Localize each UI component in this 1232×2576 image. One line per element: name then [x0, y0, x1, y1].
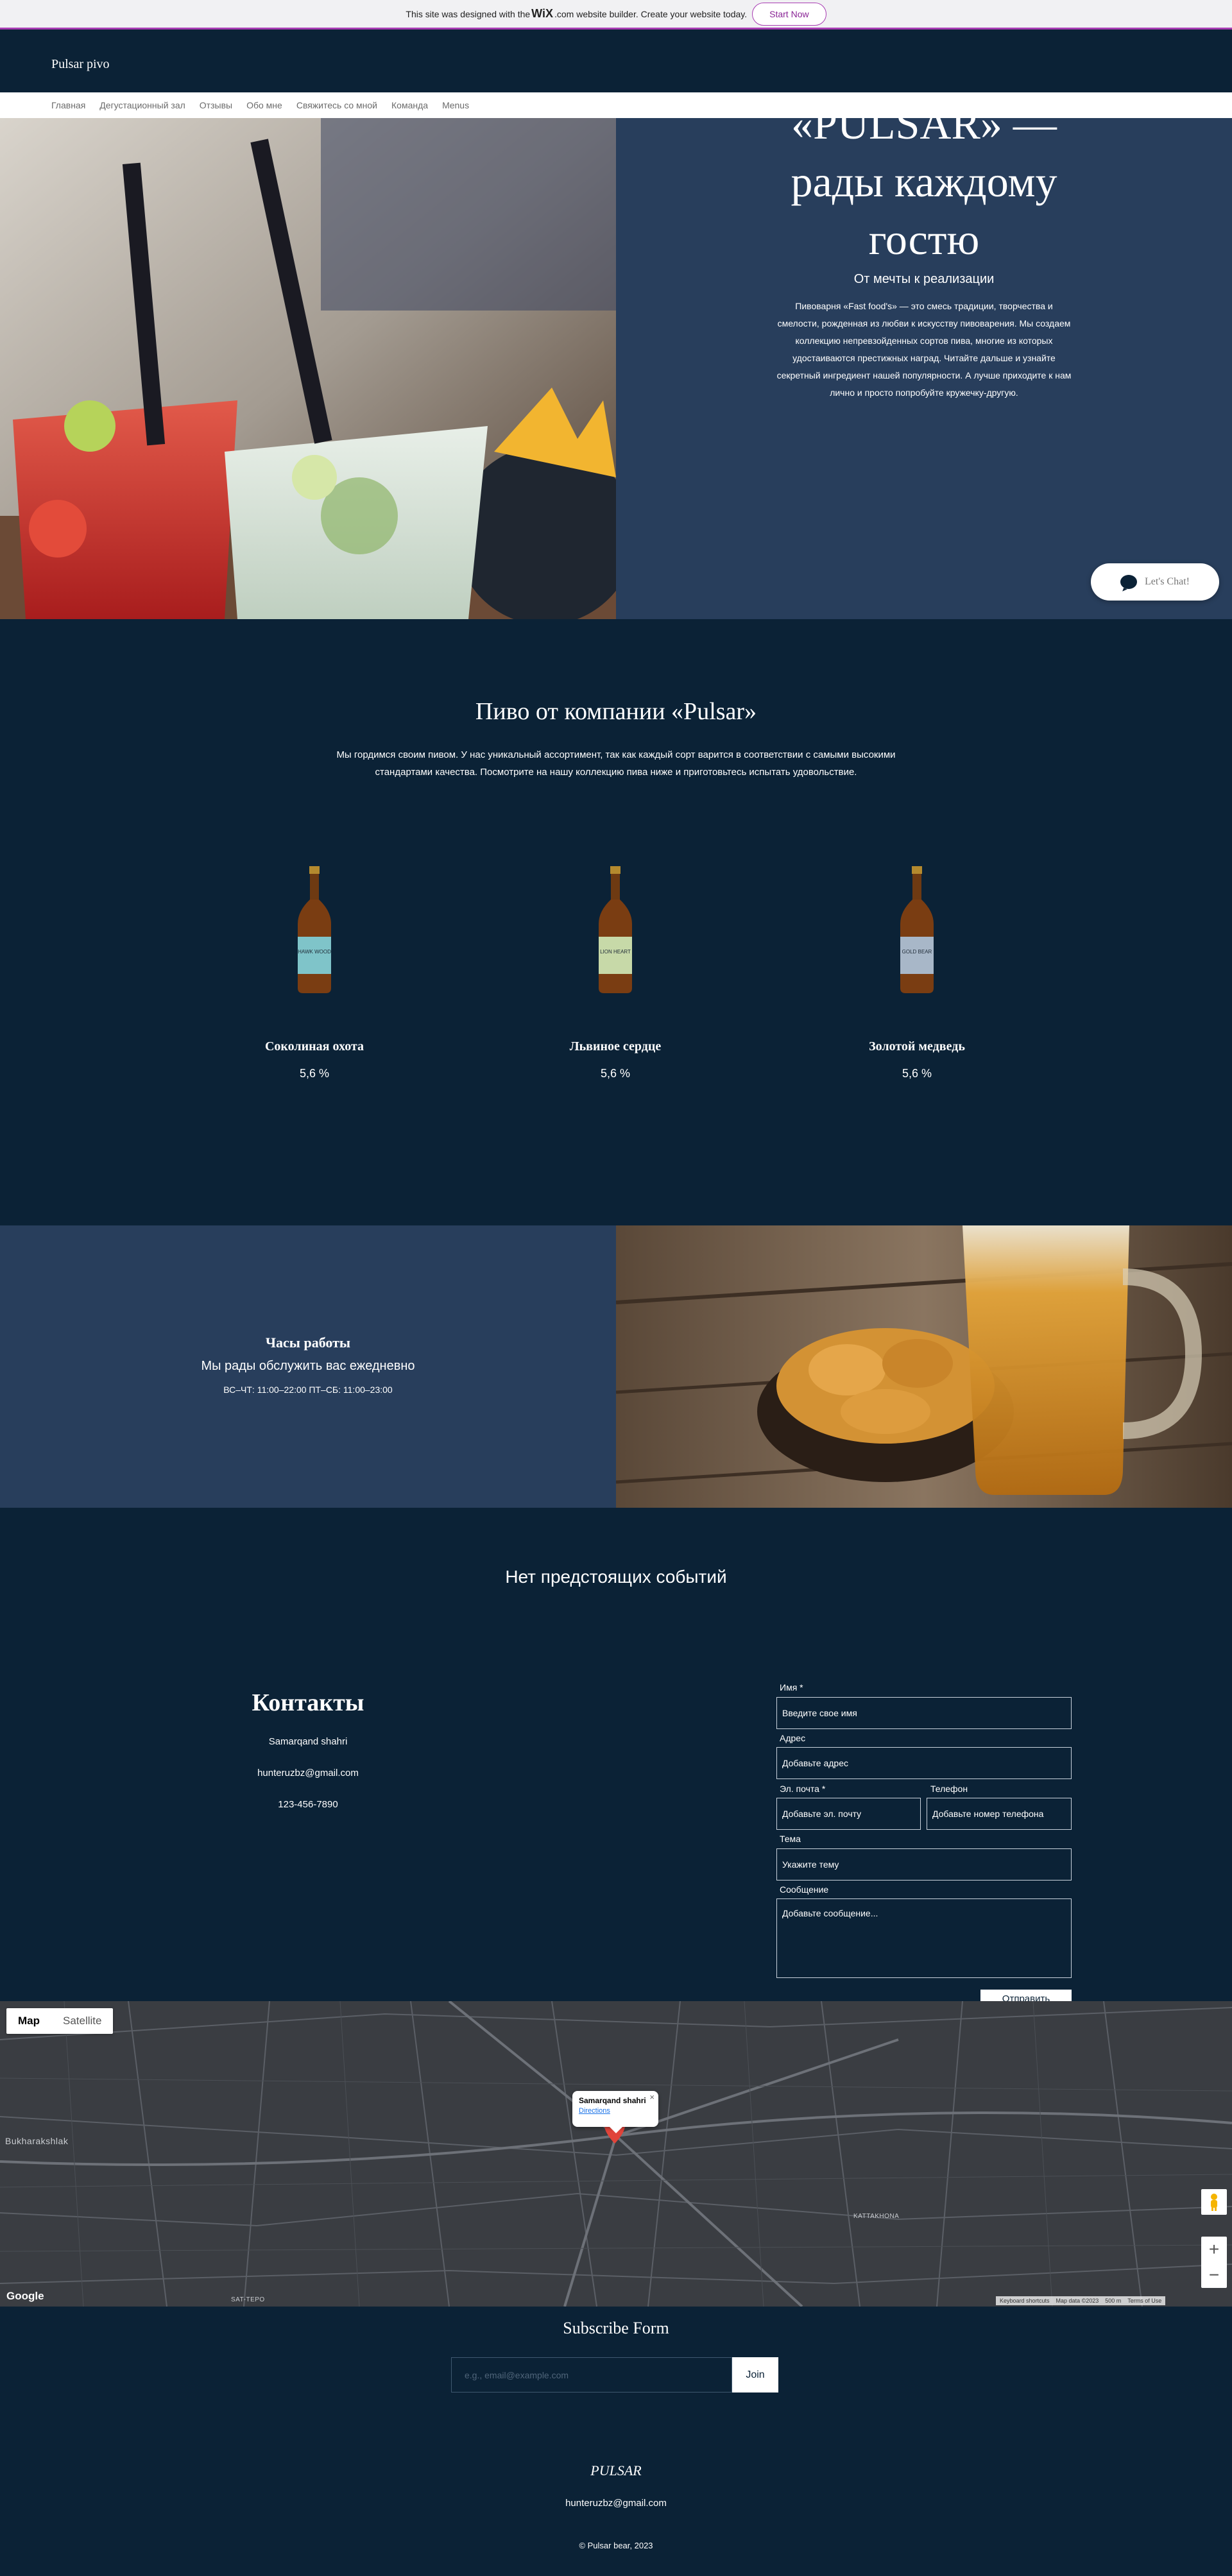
map-label: SAT-TEPO [231, 2296, 265, 2303]
hero-cocktails-image [0, 118, 616, 619]
beer-chips-image [616, 1225, 1232, 1508]
footer-brand: PULSAR [590, 2462, 642, 2478]
footer-email[interactable]: hunteruzbz@gmail.com [0, 2498, 1232, 2509]
subscribe-email-input[interactable]: e.g., email@example.com [451, 2357, 732, 2393]
events-empty-title: Нет предстоящих событий [505, 1567, 727, 1587]
phone-field[interactable]: Добавьте номер телефона [927, 1798, 1072, 1830]
hero-title-line: «PULSAR» — [791, 99, 1057, 148]
hours-section: Часы работы Мы рады обслужить вас ежедне… [0, 1225, 1232, 1508]
contact-email[interactable]: hunteruzbz@gmail.com [180, 1768, 436, 1778]
bottle-label [599, 937, 632, 974]
hero-body: Пивоварня «Fast food's» — это смесь трад… [776, 301, 1072, 398]
map-tab[interactable]: Map [6, 2008, 51, 2034]
bottle-label [900, 937, 934, 974]
map-roads [0, 2001, 1232, 2307]
wix-logo[interactable]: WiX [531, 7, 553, 21]
zoom-control: + − [1201, 2237, 1227, 2288]
close-icon[interactable]: × [649, 2092, 654, 2102]
map-attribution: Keyboard shortcuts Map data ©2023 500 m … [996, 2296, 1166, 2305]
chat-button[interactable]: Let's Chat! [1091, 563, 1219, 601]
nav-item-about[interactable]: Обо мне [246, 100, 282, 110]
hours-title: Часы работы [265, 1335, 351, 1351]
beer-bottle-image: GOLD BEAR [821, 866, 1013, 994]
beer-abv: 5,6 % [902, 1067, 932, 1080]
join-button[interactable]: Join [732, 2357, 778, 2393]
beer-bottle-image: HAWK WOOD [218, 866, 411, 994]
map-label: Bukharakshlak [5, 2136, 69, 2146]
nav-item-tasting-room[interactable]: Дегустационный зал [99, 100, 185, 110]
subscribe-title: Subscribe Form [563, 2319, 669, 2337]
bottle-label-text: LION HEART [600, 949, 631, 955]
pegman-icon[interactable] [1201, 2189, 1227, 2215]
start-now-button[interactable]: Start Now [752, 2, 826, 26]
bottle-label [298, 937, 331, 974]
beer-abv: 5,6 % [600, 1067, 631, 1080]
beer-card[interactable]: GOLD BEAR Золотой медведь 5,6 % [821, 866, 1013, 1080]
map-popup-name: Samarqand shahri [579, 2096, 646, 2105]
zoom-out-button[interactable]: − [1201, 2262, 1227, 2288]
beers-title: Пиво от компании «Pulsar» [475, 698, 757, 725]
hero-subtitle: От мечты к реализации [853, 272, 995, 286]
hours-times: ВС–ЧТ: 11:00–22:00 ПТ–СБ: 11:00–23:00 [223, 1385, 393, 1395]
zoom-in-button[interactable]: + [1201, 2237, 1227, 2262]
banner-text-after: .com website builder. Create your websit… [554, 8, 748, 19]
message-label: Сообщение [780, 1884, 829, 1895]
subject-label: Тема [780, 1834, 801, 1844]
site-title[interactable]: Pulsar pivo [51, 57, 110, 72]
map-data-text: Map data ©2023 [1056, 2298, 1099, 2304]
map-scale: 500 m [1105, 2298, 1122, 2304]
beer-abv: 5,6 % [299, 1067, 330, 1080]
banner-text-before: This site was designed with the [406, 8, 531, 19]
satellite-tab[interactable]: Satellite [51, 2008, 113, 2034]
name-label: Имя * [780, 1682, 803, 1693]
contact-address: Samarqand shahri [268, 1736, 348, 1747]
nav-item-reviews[interactable]: Отзывы [200, 100, 232, 110]
email-field[interactable]: Добавьте эл. почту [776, 1798, 921, 1830]
beer-card[interactable]: LION HEART Львиное сердце 5,6 % [519, 866, 712, 1080]
nav-item-contact[interactable]: Свяжитесь со мной [296, 100, 377, 110]
site-header: Pulsar pivo [0, 31, 1232, 92]
nav-item-home[interactable]: Главная [51, 100, 85, 110]
chat-label: Let's Chat! [1145, 576, 1190, 587]
email-label: Эл. почта * [780, 1784, 826, 1794]
beers-description: Мы гордимся своим пивом. У нас уникальны… [336, 749, 896, 778]
name-field[interactable]: Введите свое имя [776, 1697, 1072, 1729]
wix-banner: This site was designed with the WiX .com… [0, 0, 1232, 30]
bottle-label-text: HAWK WOOD [298, 949, 331, 955]
map-type-toggle: Map Satellite [6, 2008, 114, 2034]
chat-icon [1120, 575, 1137, 589]
message-field[interactable]: Добавьте сообщение... [776, 1898, 1072, 1978]
subject-field[interactable]: Укажите тему [776, 1848, 1072, 1881]
map-directions-link[interactable]: Directions [579, 2107, 652, 2115]
beer-name: Золотой медведь [869, 1039, 965, 1053]
google-logo: Google [6, 2290, 44, 2302]
address-label: Адрес [780, 1733, 806, 1743]
hero-title: «PULSAR» — рады каждому гостю [751, 95, 1097, 268]
phone-label: Телефон [930, 1784, 968, 1794]
contacts-title: Контакты [252, 1689, 364, 1716]
beer-card[interactable]: HAWK WOOD Соколиная охота 5,6 % [218, 866, 411, 1080]
beer-name: Соколиная охота [264, 1039, 364, 1053]
beer-bottle-image: LION HEART [519, 866, 712, 994]
map-widget[interactable]: Map Satellite Samarqand shahri Direction… [0, 2001, 1232, 2307]
map-info-popup: Samarqand shahri Directions × [572, 2091, 658, 2133]
hours-panel: Часы работы Мы рады обслужить вас ежедне… [0, 1225, 616, 1508]
terms-link[interactable]: Terms of Use [1127, 2298, 1161, 2304]
footer-copyright: © Pulsar bear, 2023 [579, 2541, 653, 2550]
address-field[interactable]: Добавьте адрес [776, 1747, 1072, 1779]
map-label: KATTAKHONA [853, 2213, 900, 2220]
nav-item-team[interactable]: Команда [391, 100, 428, 110]
beer-name: Львиное сердце [569, 1039, 662, 1053]
keyboard-shortcuts-link[interactable]: Keyboard shortcuts [1000, 2298, 1050, 2304]
submit-button[interactable]: Отправить [980, 1990, 1072, 2001]
bottle-label-text: GOLD BEAR [902, 949, 932, 955]
hero-title-line: гостю [868, 215, 980, 264]
hero-title-line: рады каждому [791, 157, 1057, 206]
contact-phone: 123-456-7890 [278, 1799, 338, 1810]
hours-subtitle: Мы рады обслужить вас ежедневно [201, 1359, 415, 1373]
nav-item-menus[interactable]: Menus [442, 100, 469, 110]
